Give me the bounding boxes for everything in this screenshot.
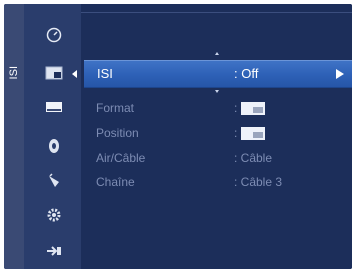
pip-thumbnail-icon (241, 127, 266, 141)
menu-item-value: : Câble (234, 151, 273, 165)
selection-pointer (72, 70, 77, 78)
menu-item-label: ISI (97, 66, 113, 81)
menu-item-chaine[interactable]: Chaîne : Câble 3 (96, 175, 346, 193)
sound-icon[interactable] (45, 137, 63, 155)
side-bar: ISI (4, 4, 24, 269)
menu-item-value: : (234, 126, 238, 140)
side-label: ISI (8, 66, 20, 80)
channel-icon[interactable] (45, 172, 63, 190)
pip-thumbnail-icon (241, 102, 266, 116)
pip-icon[interactable] (45, 64, 63, 82)
menu-item-format[interactable]: Format : (96, 101, 346, 119)
clock-icon[interactable] (45, 26, 63, 44)
divider (81, 12, 352, 13)
menu-item-position[interactable]: Position : (96, 126, 346, 144)
menu-item-value: : Off (234, 66, 259, 81)
menu-item-label: Format (96, 101, 135, 115)
menu-item-value: : Câble 3 (234, 175, 283, 189)
menu-item-label: Air/Câble (96, 151, 146, 165)
osd-menu-panel: ISI ISI : Off Format: Position: Air/Câ… (4, 4, 352, 269)
menu-item-label: Chaîne (96, 175, 135, 189)
picture-icon[interactable] (45, 98, 63, 116)
menu-item-air-cable[interactable]: Air/Câble : Câble (96, 151, 346, 169)
menu-item-value: : (234, 101, 238, 115)
right-arrow-icon (336, 69, 344, 79)
setup-icon[interactable] (45, 206, 63, 224)
screen: ISI ISI : Off Format: Position: Air/Câ… (0, 0, 357, 273)
input-icon[interactable] (45, 242, 63, 260)
menu-item-label: Position (96, 126, 139, 140)
menu-item-isi[interactable]: ISI : Off (84, 60, 352, 88)
